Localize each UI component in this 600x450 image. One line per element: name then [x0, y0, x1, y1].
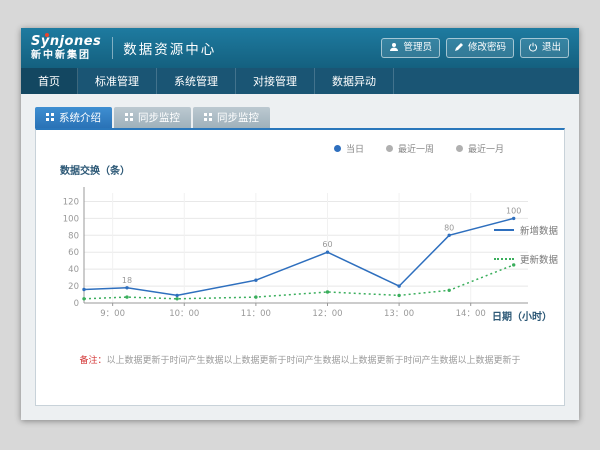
dotted-line-icon — [494, 258, 514, 260]
svg-text:120: 120 — [63, 197, 79, 207]
nav-item-connect-mgmt[interactable]: 对接管理 — [236, 68, 315, 94]
svg-text:18: 18 — [122, 276, 132, 285]
desktop-background: { "brand": { "logo_text": "Synjones", "l… — [0, 0, 600, 450]
legend-new-data[interactable]: 新增数据 — [494, 223, 558, 237]
tab-bar: 系统介绍 同步监控 同步监控 — [35, 107, 565, 128]
change-password-button[interactable]: 修改密码 — [446, 38, 514, 59]
nav-item-data-change[interactable]: 数据异动 — [315, 68, 394, 94]
tab-sync-monitor-2[interactable]: 同步监控 — [193, 107, 270, 128]
svg-text:100: 100 — [506, 206, 521, 215]
line-chart: 0 20 40 60 80 100 120 9：00 10：00 11：00 12：00 13：00 1… — [50, 179, 542, 331]
filter-label: 当日 — [346, 142, 364, 155]
content-area: 系统介绍 同步监控 同步监控 当日 — [21, 94, 579, 420]
legend-dot-icon — [334, 145, 341, 152]
logout-label: 退出 — [542, 43, 561, 53]
grid-icon — [204, 112, 212, 124]
chart-container: 0 20 40 60 80 100 120 9：00 10：00 11：00 12：00 13：00 1… — [36, 179, 564, 331]
svg-text:11：00: 11：00 — [241, 309, 271, 319]
svg-text:60: 60 — [322, 240, 332, 249]
solid-line-icon — [494, 229, 514, 231]
svg-text:10：00: 10：00 — [169, 309, 199, 319]
filter-label: 最近一月 — [468, 142, 504, 155]
filter-last-month[interactable]: 最近一月 — [456, 142, 504, 155]
series-label: 更新数据 — [520, 252, 558, 266]
x-axis-label: 日期（小时） — [492, 308, 552, 323]
legend-dot-icon — [386, 145, 393, 152]
svg-text:60: 60 — [68, 248, 79, 258]
header-divider — [112, 37, 113, 59]
filter-last-week[interactable]: 最近一周 — [386, 142, 434, 155]
filter-label: 最近一周 — [398, 142, 434, 155]
footnote: 备注：以上数据更新于时间产生数据以上数据更新于时间产生数据以上数据更新于时间产生… — [36, 353, 564, 366]
main-panel: 当日 最近一周 最近一月 数据交换（条） 0 20 40 60 80 100 120 9：00… — [35, 128, 565, 406]
admin-user-label: 管理员 — [403, 43, 432, 53]
app-header: Synjones 新中新集团 数据资源中心 管理员 修改密码 — [21, 28, 579, 68]
logo-red-dot — [45, 33, 49, 37]
nav-item-system-mgmt[interactable]: 系统管理 — [157, 68, 236, 94]
filter-today[interactable]: 当日 — [334, 142, 364, 155]
logo-text: Synjones — [31, 35, 101, 48]
change-password-label: 修改密码 — [468, 43, 506, 53]
brand-logo: Synjones 新中新集团 — [31, 35, 101, 61]
svg-text:80: 80 — [68, 231, 79, 241]
grid-icon — [46, 112, 54, 124]
app-title: 数据资源中心 — [123, 38, 216, 58]
power-icon — [528, 42, 538, 55]
y-axis-label: 数据交换（条） — [60, 162, 564, 177]
svg-text:20: 20 — [68, 282, 79, 292]
svg-text:40: 40 — [68, 265, 79, 275]
nav-item-standard-mgmt[interactable]: 标准管理 — [78, 68, 157, 94]
svg-text:9：00: 9：00 — [100, 309, 125, 319]
user-icon — [389, 42, 399, 55]
series-legend: 新增数据 更新数据 — [494, 223, 558, 266]
logout-button[interactable]: 退出 — [520, 38, 569, 59]
svg-text:14：00: 14：00 — [456, 309, 486, 319]
nav-item-home[interactable]: 首页 — [21, 68, 78, 94]
edit-pencil-icon — [454, 42, 464, 55]
tab-sync-monitor-1[interactable]: 同步监控 — [114, 107, 191, 128]
logo-subtext: 新中新集团 — [31, 51, 101, 61]
admin-user-button[interactable]: 管理员 — [381, 38, 440, 59]
footnote-prefix: 备注： — [79, 356, 106, 366]
series-label: 新增数据 — [520, 223, 558, 237]
browser-window: Synjones 新中新集团 数据资源中心 管理员 修改密码 — [21, 28, 579, 420]
legend-update-data[interactable]: 更新数据 — [494, 252, 558, 266]
tab-label: 同步监控 — [138, 110, 180, 125]
tab-label: 系统介绍 — [59, 110, 101, 125]
footnote-text: 以上数据更新于时间产生数据以上数据更新于时间产生数据以上数据更新于时间产生数据以… — [107, 356, 521, 366]
legend-dot-icon — [456, 145, 463, 152]
tab-label: 同步监控 — [217, 110, 259, 125]
svg-text:12：00: 12：00 — [312, 309, 342, 319]
header-actions: 管理员 修改密码 退出 — [381, 38, 569, 59]
grid-icon — [125, 112, 133, 124]
svg-text:13：00: 13：00 — [384, 309, 414, 319]
chart-filters: 当日 最近一周 最近一月 — [334, 142, 504, 155]
svg-text:100: 100 — [63, 214, 79, 224]
tab-system-intro[interactable]: 系统介绍 — [35, 107, 112, 128]
svg-text:0: 0 — [74, 299, 79, 309]
svg-text:80: 80 — [444, 223, 454, 232]
main-nav: 首页 标准管理 系统管理 对接管理 数据异动 — [21, 68, 579, 94]
